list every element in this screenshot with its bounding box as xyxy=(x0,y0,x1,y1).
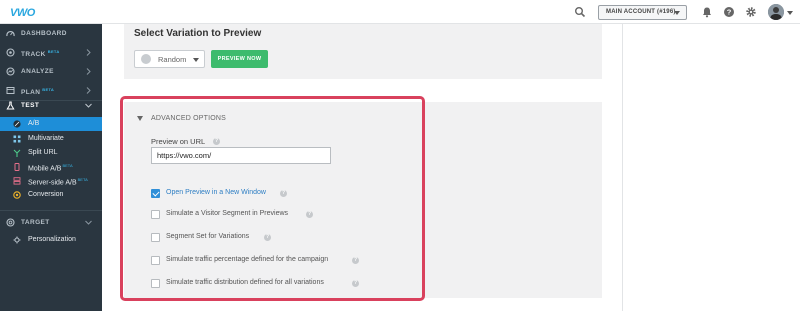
variation-select[interactable]: Random xyxy=(134,50,205,68)
chevron-right-icon xyxy=(86,49,91,56)
gear-icon[interactable] xyxy=(745,6,757,18)
server-icon xyxy=(13,177,21,185)
sidebar-item-label: Split URL xyxy=(28,149,58,156)
account-label: MAIN ACCOUNT (#196) xyxy=(606,9,676,15)
flask-icon xyxy=(6,101,15,110)
sidebar-item-dashboard[interactable]: DASHBOARD xyxy=(0,24,102,43)
sidebar-item-personalization[interactable]: Personalization xyxy=(0,233,102,247)
variation-select-value: Random xyxy=(158,55,187,64)
plan-icon xyxy=(6,87,15,94)
random-icon xyxy=(141,54,151,64)
sidebar-item-label: Conversion xyxy=(28,191,64,198)
dashboard-icon xyxy=(6,31,15,37)
sidebar-item-label: Mobile A/BBETA xyxy=(28,163,73,173)
sidebar-item-label: A/B xyxy=(28,120,40,127)
preview-now-button[interactable]: PREVIEW NOW xyxy=(211,50,268,68)
sidebar-item-split-url[interactable]: Split URL xyxy=(0,146,102,160)
chevron-down-icon xyxy=(85,103,92,108)
chevron-down-icon xyxy=(674,11,680,15)
sidebar-item-label: TEST xyxy=(21,102,40,109)
search-icon[interactable] xyxy=(574,6,586,18)
sidebar: DASHBOARD TRACK BETA ANALYZE PLAN BETA TES… xyxy=(0,24,102,311)
sidebar-item-label: DASHBOARD xyxy=(21,30,67,37)
track-icon xyxy=(6,48,15,57)
sidebar-divider xyxy=(0,210,102,211)
analyze-icon xyxy=(6,67,15,76)
vwo-logo[interactable]: VWO xyxy=(10,4,36,20)
conversion-icon xyxy=(13,191,21,199)
account-selector[interactable]: MAIN ACCOUNT (#196) xyxy=(598,5,687,20)
sidebar-item-label: PLAN BETA xyxy=(21,87,55,97)
user-photo-icon xyxy=(768,4,784,20)
sidebar-item-label: TARGET xyxy=(21,219,50,226)
svg-text:?: ? xyxy=(727,8,732,17)
multivariate-icon xyxy=(13,135,21,143)
ab-icon xyxy=(13,120,21,128)
svg-text:VWO: VWO xyxy=(10,7,36,19)
beta-badge: BETA xyxy=(42,87,55,92)
sidebar-item-target[interactable]: TARGET xyxy=(0,213,102,232)
split-icon xyxy=(13,149,21,157)
sidebar-item-label: TRACK BETA xyxy=(21,49,60,59)
personalization-icon xyxy=(13,236,21,244)
sidebar-item-mobile-ab[interactable]: Mobile A/BBETA xyxy=(0,160,102,174)
avatar[interactable] xyxy=(768,4,784,20)
highlight-annotation-box xyxy=(120,96,425,301)
sidebar-item-label: Server-side A/BBETA xyxy=(28,177,88,187)
beta-badge: BETA xyxy=(62,163,73,168)
section-title: Select Variation to Preview xyxy=(134,28,262,39)
top-bar: VWO MAIN ACCOUNT (#196) ? xyxy=(0,0,800,24)
beta-badge: BETA xyxy=(77,177,88,182)
sidebar-item-conversion[interactable]: Conversion xyxy=(0,188,102,202)
avatar-chevron-down-icon[interactable] xyxy=(787,11,793,15)
mobile-icon xyxy=(14,163,20,171)
chevron-right-icon xyxy=(86,87,91,94)
sidebar-item-ab[interactable]: A/B xyxy=(0,117,102,131)
right-panel xyxy=(622,24,800,311)
sidebar-item-server-side-ab[interactable]: Server-side A/BBETA xyxy=(0,174,102,188)
sidebar-item-label: Personalization xyxy=(28,236,76,243)
chevron-down-icon xyxy=(193,58,199,62)
sidebar-item-multivariate[interactable]: Multivariate xyxy=(0,132,102,146)
sidebar-item-label: ANALYZE xyxy=(21,68,54,75)
sidebar-item-track[interactable]: TRACK BETA xyxy=(0,43,102,62)
beta-badge: BETA xyxy=(47,49,60,54)
bell-icon[interactable] xyxy=(701,6,713,18)
chevron-down-icon xyxy=(85,220,92,225)
sidebar-item-analyze[interactable]: ANALYZE xyxy=(0,62,102,81)
target-icon xyxy=(6,218,15,227)
help-icon[interactable]: ? xyxy=(723,6,735,18)
sidebar-item-label: Multivariate xyxy=(28,135,64,142)
chevron-right-icon xyxy=(86,68,91,75)
sidebar-item-test[interactable]: TEST xyxy=(0,96,102,115)
